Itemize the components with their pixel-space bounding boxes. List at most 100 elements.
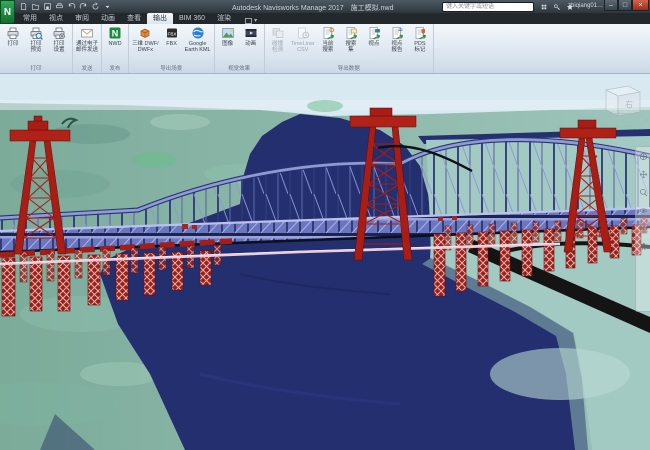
ribbon-group-打印: 打印打印 预览打印 设置打印: [0, 24, 73, 73]
search-input[interactable]: [442, 2, 534, 12]
svg-text:FBX: FBX: [167, 31, 176, 36]
ribbon: 打印打印 预览打印 设置打印通过电子 邮件发送发送NNWD发布三维 DWF/ D…: [0, 24, 650, 74]
ribbon-button-animation[interactable]: 动画: [240, 25, 262, 47]
image-icon: [221, 26, 235, 40]
refresh-icon: [91, 2, 100, 11]
document-name: 施工模拟.nwd: [351, 5, 394, 12]
ribbon-button-print-settings[interactable]: 打印 设置: [48, 25, 70, 53]
tab-视点[interactable]: 视点: [43, 13, 69, 24]
save-icon: [43, 2, 52, 11]
tab-渲染[interactable]: 渲染: [211, 13, 237, 24]
orbit-button[interactable]: [638, 205, 649, 216]
look-button[interactable]: [638, 223, 649, 234]
ribbon-button-image[interactable]: 图像: [217, 25, 239, 47]
ribbon-button-viewpoint-report[interactable]: 视点 报告: [386, 25, 408, 53]
ribbon-group-label: 发送: [75, 65, 99, 73]
ribbon-button-fbx[interactable]: FBXFBX: [161, 25, 183, 47]
svg-text:N: N: [112, 29, 119, 39]
tab-BIM 360[interactable]: BIM 360: [173, 13, 211, 24]
apps-grid-button[interactable]: [538, 1, 549, 12]
ribbon-group-label: 打印: [2, 65, 70, 73]
walk-button[interactable]: [638, 241, 649, 252]
ribbon-button-pds-tags[interactable]: PDS 标记: [409, 25, 431, 53]
redo-icon: [79, 2, 88, 11]
fbx-icon: FBX: [165, 26, 179, 40]
qat-save-button[interactable]: [42, 1, 53, 12]
navigation-bar: [635, 146, 650, 312]
dwf-icon: [138, 26, 152, 40]
zoom-button[interactable]: [638, 187, 649, 198]
viewpoints-export-icon: [367, 26, 381, 40]
zoom-icon: [639, 188, 648, 197]
workspace-box-icon: [245, 18, 252, 24]
qat-undo-button[interactable]: [66, 1, 77, 12]
ribbon-group-导出数据: 碰撞 检测TimeLiner CSV当前 搜索搜索 集视点视点 报告PDS 标记…: [265, 24, 434, 73]
pds-tags-icon: [413, 26, 427, 40]
tab-输出[interactable]: 输出: [147, 13, 173, 24]
pan-icon: [639, 170, 648, 179]
viewport-3d-scene[interactable]: 右: [0, 74, 650, 450]
ribbon-button-print-preview[interactable]: 打印 预览: [25, 25, 47, 53]
timeliner-icon: [296, 26, 310, 40]
ribbon-group-视觉效果: 图像动画视觉效果: [215, 24, 265, 73]
ribbon-tab-strip: 常用视点审阅动画查看输出BIM 360渲染 ▾: [0, 13, 650, 24]
ribbon-button-dwf[interactable]: 三维 DWF/ DWFx: [131, 25, 160, 53]
workspace-switch-icon[interactable]: ▾: [245, 17, 257, 24]
clash-icon: [271, 26, 285, 40]
qat-refresh-button[interactable]: [90, 1, 101, 12]
app-title: Autodesk Navisworks Manage 2017: [232, 5, 344, 12]
orbit-icon: [639, 206, 648, 215]
signin-username[interactable]: zhiqiang01…: [568, 3, 603, 9]
tab-审阅[interactable]: 审阅: [69, 13, 95, 24]
qat-qat-dropdown-button[interactable]: [102, 1, 113, 12]
close-button[interactable]: ×: [632, 0, 649, 11]
ribbon-button-timeliner: TimeLiner CSV: [290, 25, 316, 53]
print-icon: [55, 2, 64, 11]
ribbon-group-发送: 通过电子 邮件发送发送: [73, 24, 102, 73]
ribbon-button-viewpoints-export[interactable]: 视点: [363, 25, 385, 47]
viewcube-face-label[interactable]: 右: [625, 99, 633, 109]
undo-icon: [67, 2, 76, 11]
qat-redo-button[interactable]: [78, 1, 89, 12]
tab-查看[interactable]: 查看: [121, 13, 147, 24]
tab-动画[interactable]: 动画: [95, 13, 121, 24]
ribbon-button-nwd[interactable]: NNWD: [104, 25, 126, 47]
ribbon-button-gearth[interactable]: Google Earth KML: [184, 25, 212, 53]
maximize-button[interactable]: □: [618, 0, 632, 11]
look-icon: [639, 224, 648, 233]
viewpoint-report-icon: [390, 26, 404, 40]
key-button[interactable]: [551, 1, 562, 12]
ribbon-button-printer[interactable]: 打印: [2, 25, 24, 47]
walk-icon: [639, 242, 648, 251]
animation-icon: [244, 26, 258, 40]
search-set-icon: [344, 26, 358, 40]
open-icon: [31, 2, 40, 11]
ribbon-button-current-search[interactable]: 当前 搜索: [317, 25, 339, 53]
tab-dropdown-glyph: ▾: [254, 17, 257, 24]
apps-grid-icon: [540, 3, 548, 11]
ribbon-group-导出场景: 三维 DWF/ DWFxFBXFBXGoogle Earth KML导出场景: [129, 24, 215, 73]
navisworks-window: N Autodesk Navisworks Manage 2017 施工模拟.nw…: [0, 0, 650, 450]
email-icon: [80, 26, 94, 40]
tab-常用[interactable]: 常用: [17, 13, 43, 24]
ribbon-group-发布: NNWD发布: [102, 24, 129, 73]
application-menu-button[interactable]: N: [0, 0, 15, 24]
qat-new-file-button[interactable]: [18, 1, 29, 12]
new-file-icon: [19, 2, 28, 11]
current-search-icon: [321, 26, 335, 40]
steering-wheel-icon: [639, 152, 648, 161]
ribbon-button-email[interactable]: 通过电子 邮件发送: [75, 25, 99, 53]
ribbon-button-search-set[interactable]: 搜索 集: [340, 25, 362, 53]
print-settings-icon: [52, 26, 66, 40]
title-bar: N Autodesk Navisworks Manage 2017施工模拟.nw…: [0, 0, 650, 13]
key-icon: [553, 3, 561, 11]
ribbon-group-label: 视觉效果: [217, 65, 262, 73]
window-title: Autodesk Navisworks Manage 2017 施工模拟.nwd: [232, 3, 393, 13]
minimize-button[interactable]: –: [604, 0, 618, 11]
steering-wheel-button[interactable]: [638, 151, 649, 162]
qat-open-button[interactable]: [30, 1, 41, 12]
printer-icon: [6, 26, 20, 40]
pan-button[interactable]: [638, 169, 649, 180]
qat-print-button[interactable]: [54, 1, 65, 12]
window-controls: –□×: [604, 0, 649, 11]
